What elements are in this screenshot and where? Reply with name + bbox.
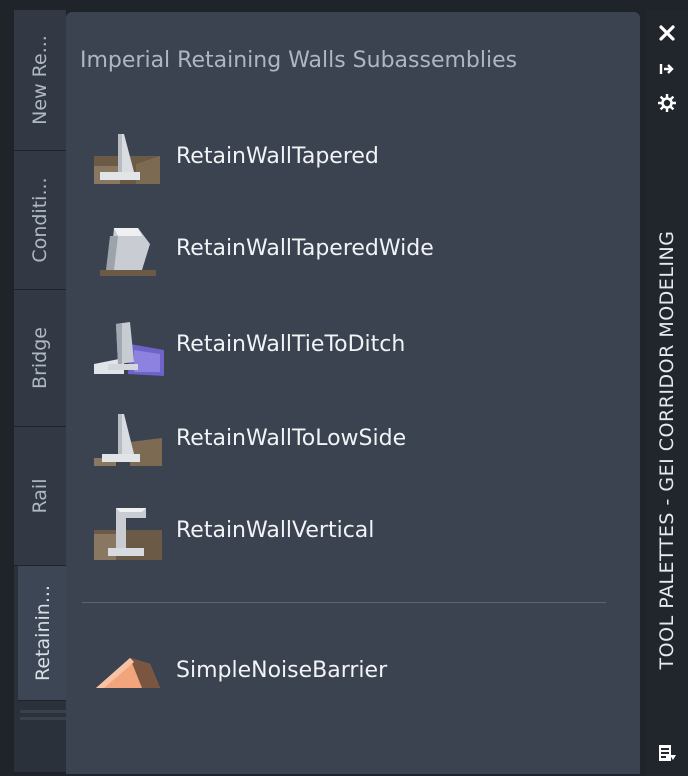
palette-tab-strip: New Re... Conditi... Bridge Rail Retaini… — [14, 10, 68, 772]
retain-wall-to-low-side-icon — [94, 414, 162, 466]
tab-label: Conditi... — [29, 177, 51, 263]
tool-retain-wall-tapered-wide[interactable]: RetainWallTaperedWide — [90, 218, 610, 282]
tool-label: RetainWallTaperedWide — [176, 236, 434, 261]
tab-label: Rail — [29, 478, 51, 514]
palette-window-title: TOOL PALETTES - GEI CORRIDOR MODELING — [656, 230, 678, 670]
palette-menu-button[interactable] — [652, 738, 682, 768]
tool-retain-wall-vertical[interactable]: RetainWallVertical — [90, 500, 610, 564]
tab-new-re[interactable]: New Re... — [14, 10, 66, 151]
tab-label: New Re... — [29, 35, 51, 125]
simple-noise-barrier-icon — [96, 658, 160, 688]
palette-title-bar[interactable]: TOOL PALETTES - GEI CORRIDOR MODELING — [646, 10, 688, 776]
tool-label: RetainWallToLowSide — [176, 426, 407, 451]
tab-bridge[interactable]: Bridge — [14, 290, 66, 427]
properties-button[interactable] — [652, 88, 682, 118]
palette-menu-icon — [659, 745, 676, 761]
tool-label: RetainWallTieToDitch — [176, 332, 406, 357]
tool-retain-wall-to-low-side[interactable]: RetainWallToLowSide — [90, 408, 610, 472]
tab-label: Bridge — [29, 327, 51, 389]
palette-separator — [82, 602, 606, 603]
tab-retaining[interactable]: Retainin... — [18, 566, 68, 701]
palette-title: Imperial Retaining Walls Subassemblies — [80, 48, 518, 73]
tool-retain-wall-tapered[interactable]: RetainWallTapered — [90, 126, 610, 190]
tab-overflow-lines — [20, 710, 66, 734]
retain-wall-tie-to-ditch-icon — [94, 322, 164, 376]
auto-hide-button[interactable] — [652, 54, 682, 84]
retain-wall-tapered-icon — [94, 134, 160, 184]
tool-label: RetainWallTapered — [176, 144, 379, 169]
tool-retain-wall-tie-to-ditch[interactable]: RetainWallTieToDitch — [90, 314, 610, 378]
tab-conditional[interactable]: Conditi... — [14, 151, 66, 290]
palette-content: Imperial Retaining Walls Subassemblies R… — [66, 12, 640, 774]
auto-hide-icon — [659, 64, 674, 74]
tool-simple-noise-barrier[interactable]: SimpleNoiseBarrier — [90, 640, 610, 704]
retain-wall-vertical-icon — [94, 508, 162, 560]
close-icon — [659, 25, 675, 41]
tool-palette-window: New Re... Conditi... Bridge Rail Retaini… — [0, 0, 688, 776]
tab-label: Retainin... — [32, 585, 54, 681]
close-button[interactable] — [652, 18, 682, 48]
tool-label: SimpleNoiseBarrier — [176, 658, 388, 683]
retain-wall-tapered-wide-icon — [100, 228, 156, 276]
properties-gear-icon — [658, 94, 676, 112]
tool-label: RetainWallVertical — [176, 518, 375, 543]
tab-rail[interactable]: Rail — [14, 427, 66, 566]
